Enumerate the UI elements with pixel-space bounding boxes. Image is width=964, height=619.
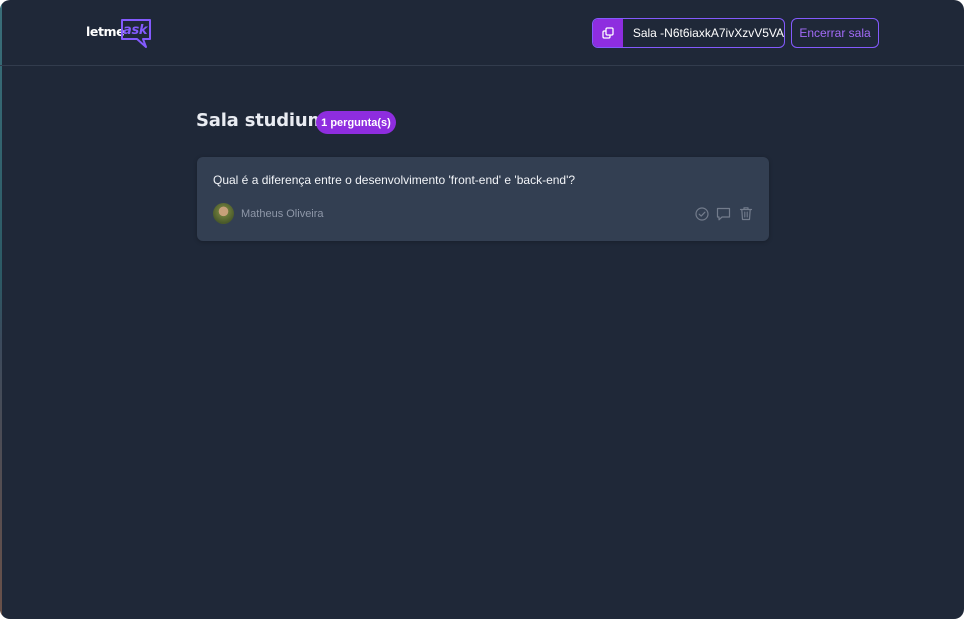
copy-icon xyxy=(602,27,614,39)
author-name: Matheus Oliveira xyxy=(241,207,324,220)
logo-text-ask: ask xyxy=(123,23,148,38)
question-card: Qual é a diferença entre o desenvolvimen… xyxy=(197,157,769,241)
window-edge xyxy=(0,0,2,619)
copy-room-code-button[interactable]: Sala -N6t6iaxkA7ivXzvV5VA xyxy=(592,18,785,48)
question-actions xyxy=(694,206,753,221)
trash-icon xyxy=(739,207,752,221)
avatar xyxy=(213,203,234,224)
delete-question-button[interactable] xyxy=(738,206,753,221)
header: letme ask Sala -N6t6iaxkA7ivXzvV5VA Ence… xyxy=(0,0,964,66)
check-circle-icon xyxy=(694,206,709,221)
mark-answered-button[interactable] xyxy=(694,206,709,221)
copy-icon-box xyxy=(593,19,623,47)
answer-bubble-icon xyxy=(716,207,731,220)
room-code-text: Sala -N6t6iaxkA7ivXzvV5VA xyxy=(632,26,784,40)
room-title: Sala studium xyxy=(196,110,327,131)
highlight-question-button[interactable] xyxy=(716,206,731,221)
app-window: letme ask Sala -N6t6iaxkA7ivXzvV5VA Ence… xyxy=(0,0,964,619)
close-room-button[interactable]: Encerrar sala xyxy=(791,18,879,48)
question-author: Matheus Oliveira xyxy=(213,203,324,224)
question-count-badge: 1 pergunta(s) xyxy=(316,111,396,134)
question-text: Qual é a diferença entre o desenvolvimen… xyxy=(213,173,576,187)
letmeask-logo[interactable]: letme ask xyxy=(86,17,156,49)
